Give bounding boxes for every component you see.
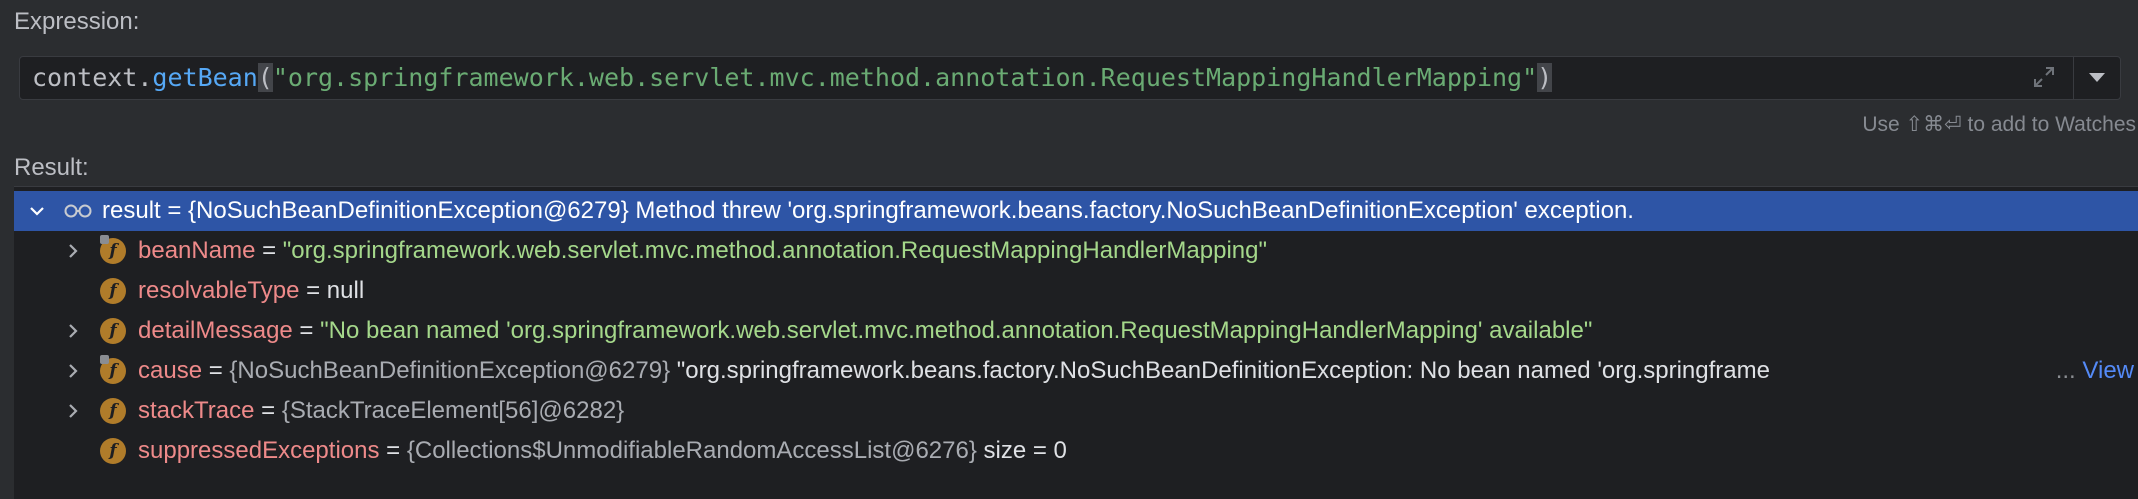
chevron-down-icon xyxy=(2089,73,2105,82)
chevron-right-icon[interactable] xyxy=(64,242,82,260)
view-link-label[interactable]: View xyxy=(2082,357,2134,384)
field-value: "org.springframework.beans.factory.NoSuc… xyxy=(670,357,1770,384)
watch-glasses-icon xyxy=(64,204,92,218)
code-open-paren: ( xyxy=(257,63,273,92)
field-equals: = xyxy=(202,357,230,384)
view-link[interactable]: ... View xyxy=(2056,351,2134,391)
field-equals: = xyxy=(379,437,407,464)
field-object-ref: {Collections$UnmodifiableRandomAccessLis… xyxy=(406,437,977,464)
final-lock-icon xyxy=(100,235,109,244)
field-object-ref: {StackTraceElement[56]@6282} xyxy=(281,397,625,424)
expression-code[interactable]: context.getBean("org.springframework.web… xyxy=(32,62,1553,94)
expand-icon[interactable] xyxy=(2032,65,2056,89)
result-root-text: result = {NoSuchBeanDefinitionException@… xyxy=(102,197,1634,224)
field-name: detailMessage xyxy=(138,317,293,344)
tree-row-suppressedExceptions[interactable]: f suppressedExceptions = {Collections$Un… xyxy=(14,431,2138,471)
field-value: "No bean named 'org.springframework.web.… xyxy=(320,317,1593,344)
field-name: suppressedExceptions xyxy=(138,437,380,464)
field-equals: = xyxy=(299,277,327,304)
code-close-paren: ) xyxy=(1537,63,1553,92)
field-name: stackTrace xyxy=(138,397,255,424)
history-dropdown-button[interactable] xyxy=(2073,57,2120,99)
result-label: Result: xyxy=(14,154,89,181)
ellipsis: ... xyxy=(2055,357,2076,384)
chevron-right-icon[interactable] xyxy=(64,322,82,340)
tree-row-resolvableType[interactable]: f resolvableType = null xyxy=(14,271,2138,311)
result-tree[interactable]: result = {NoSuchBeanDefinitionException@… xyxy=(14,186,2138,499)
tree-row-stackTrace[interactable]: f stackTrace = {StackTraceElement[56]@62… xyxy=(14,391,2138,431)
field-name: cause xyxy=(138,357,203,384)
field-icon: f xyxy=(100,398,126,424)
code-identifier: context. xyxy=(32,63,153,92)
final-lock-icon xyxy=(100,355,109,364)
field-name: resolvableType xyxy=(138,277,300,304)
chevron-right-icon[interactable] xyxy=(64,362,82,380)
code-string: "org.springframework.web.servlet.mvc.met… xyxy=(272,63,1538,92)
field-object-ref: {NoSuchBeanDefinitionException@6279} xyxy=(229,357,671,384)
field-value: "org.springframework.web.servlet.mvc.met… xyxy=(282,237,1267,264)
tree-row-result[interactable]: result = {NoSuchBeanDefinitionException@… xyxy=(14,191,2138,231)
chevron-down-icon[interactable] xyxy=(28,202,46,220)
field-equals: = xyxy=(292,317,321,344)
tree-row-cause[interactable]: f cause = {NoSuchBeanDefinitionException… xyxy=(14,351,2138,391)
field-value: size = 0 xyxy=(976,437,1067,464)
tree-row-detailMessage[interactable]: f detailMessage = "No bean named 'org.sp… xyxy=(14,311,2138,351)
field-icon: f xyxy=(100,318,126,344)
field-name: beanName xyxy=(138,237,256,264)
chevron-right-icon[interactable] xyxy=(64,402,82,420)
expression-input[interactable]: context.getBean("org.springframework.web… xyxy=(19,56,2121,100)
tree-row-beanName[interactable]: f beanName = "org.springframework.web.se… xyxy=(14,231,2138,271)
field-icon: f xyxy=(100,438,126,464)
field-equals: = xyxy=(254,397,282,424)
field-equals: = xyxy=(255,237,283,264)
expression-label: Expression: xyxy=(14,8,140,35)
field-icon: f xyxy=(100,278,126,304)
field-value: null xyxy=(326,277,365,304)
watches-hint: Use ⇧⌘⏎ to add to Watches xyxy=(1862,113,2136,136)
code-method: getBean xyxy=(152,63,258,92)
